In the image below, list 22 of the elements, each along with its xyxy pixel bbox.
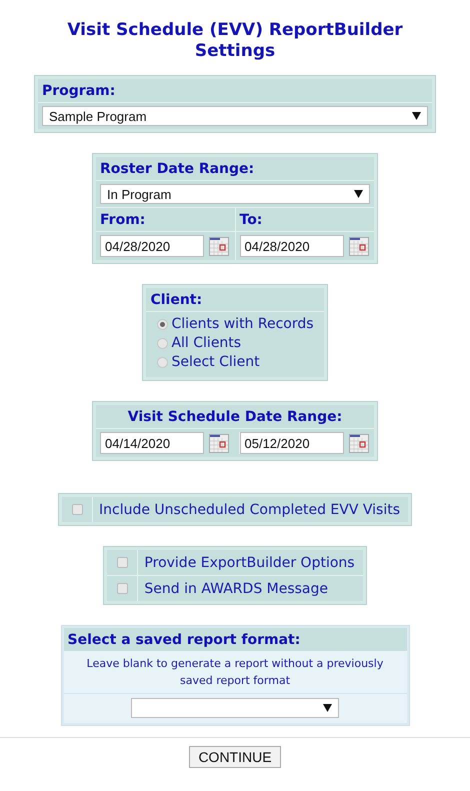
- hint-text: Leave blank to generate a report without a previously saved report format: [64, 651, 406, 694]
- field-label: To:: [236, 208, 374, 232]
- radio-label[interactable]: Select Client: [171, 353, 260, 372]
- checkbox-label[interactable]: Provide ExportBuilder Options: [138, 550, 363, 575]
- panel-heading: Client:: [146, 288, 324, 312]
- date-field[interactable]: 04/28/2020: [240, 235, 344, 257]
- checkbox-label[interactable]: Send in AWARDS Message: [138, 576, 336, 601]
- panel-heading: Program:: [38, 79, 432, 103]
- radio-label[interactable]: Clients with Records: [171, 315, 314, 334]
- panel-heading: Visit Schedule Date Range:: [96, 405, 374, 429]
- date-field[interactable]: 05/12/2020: [240, 432, 344, 454]
- field-label: From:: [96, 208, 234, 232]
- page-title: Visit Schedule (EVV) ReportBuilder Settings: [66, 20, 404, 62]
- continue-button[interactable]: CONTINUE: [189, 746, 281, 768]
- date-field[interactable]: 04/28/2020: [100, 235, 204, 257]
- date-field[interactable]: 04/14/2020: [100, 432, 204, 454]
- panel-heading: Select a saved report format:: [64, 628, 406, 651]
- program-dropdown[interactable]: Sample Program: [42, 106, 428, 126]
- radio-label[interactable]: All Clients: [171, 334, 242, 353]
- panel-heading: Roster Date Range:: [96, 157, 374, 181]
- checkbox-label[interactable]: Include Unscheduled Completed EVV Visits: [93, 497, 408, 522]
- roster-range-dropdown[interactable]: In Program: [100, 184, 370, 204]
